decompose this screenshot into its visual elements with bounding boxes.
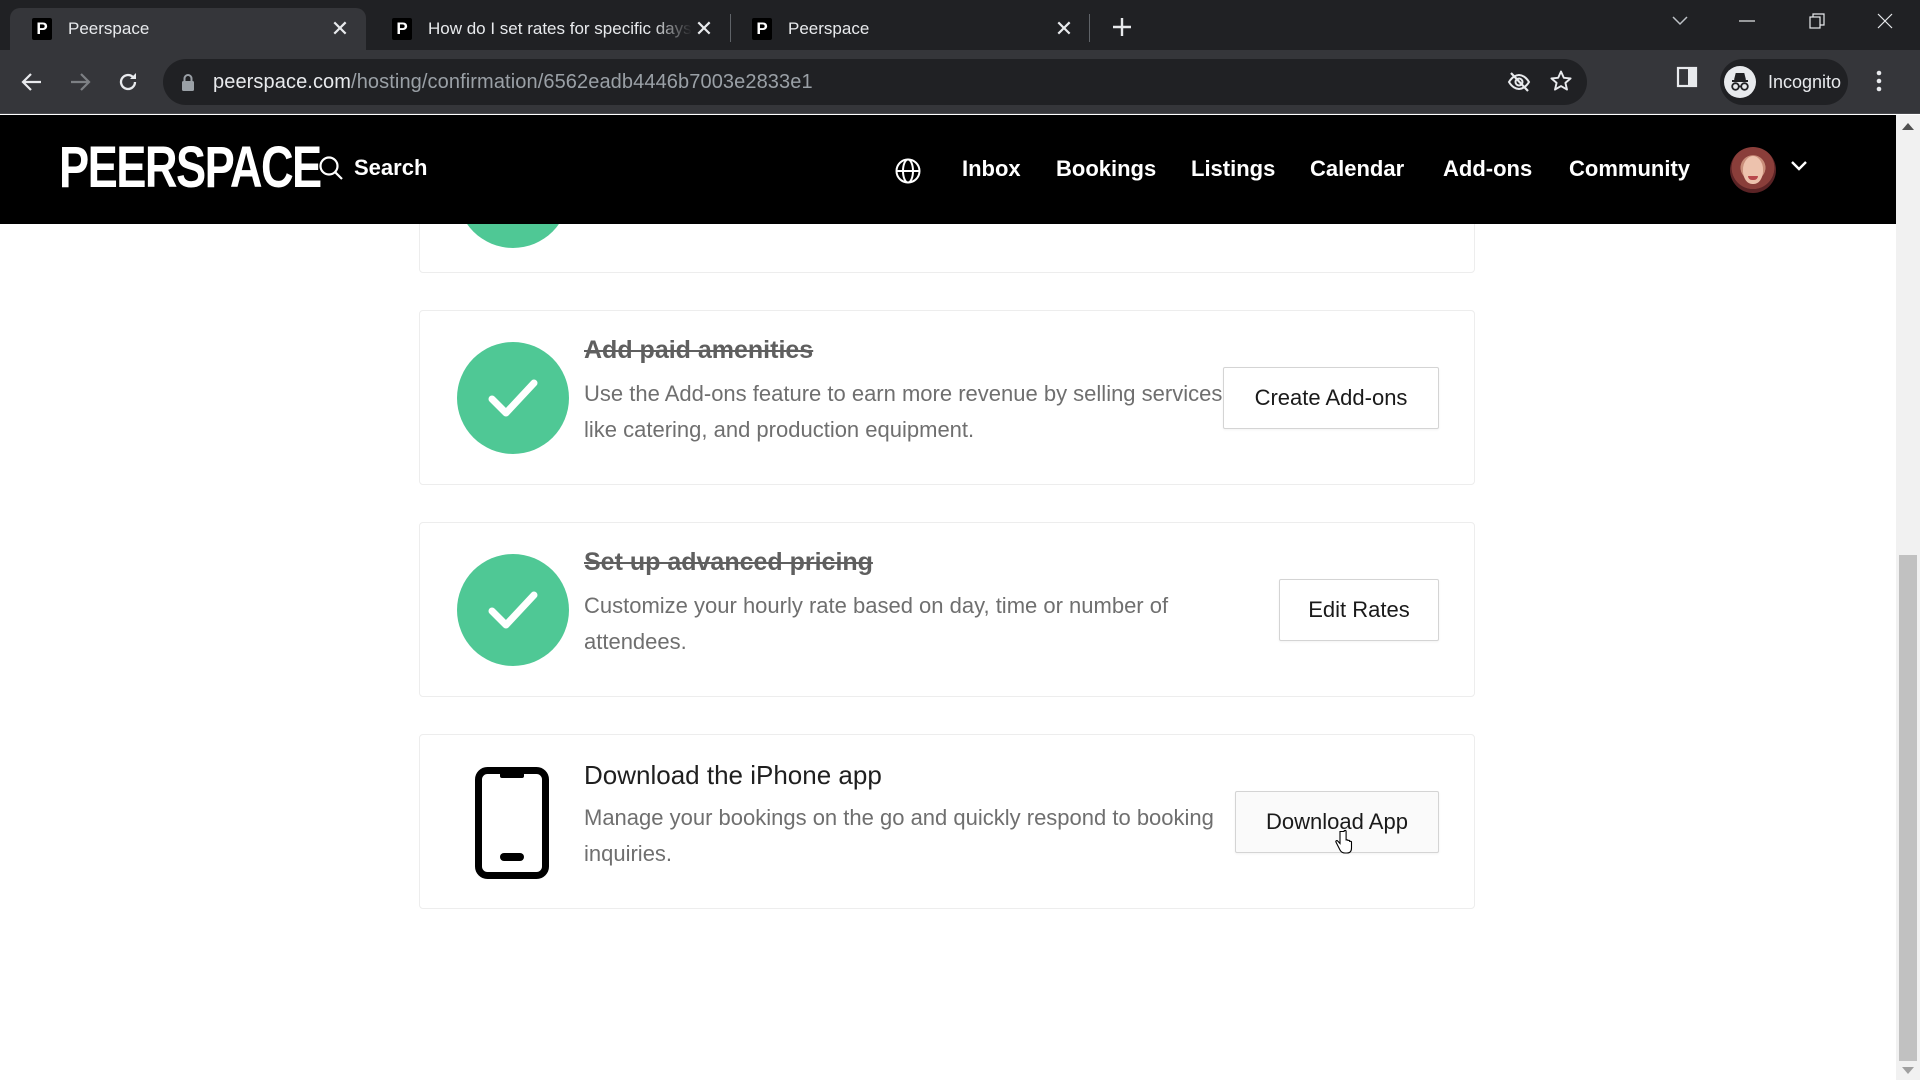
nav-link-add-ons[interactable]: Add-ons bbox=[1443, 156, 1532, 182]
minimize-button[interactable] bbox=[1727, 6, 1767, 36]
peerspace-logo[interactable]: PEERSPACE bbox=[59, 137, 322, 199]
browser-toolbar: peerspace.com/hosting/confirmation/6562e… bbox=[0, 50, 1920, 114]
site-header: PEERSPACE Search Inbox Bookings Listings… bbox=[0, 115, 1896, 224]
search-icon bbox=[319, 156, 343, 180]
completed-check-badge bbox=[457, 554, 569, 666]
arrow-right-icon bbox=[71, 73, 91, 91]
address-bar[interactable]: peerspace.com/hosting/confirmation/6562e… bbox=[163, 59, 1587, 105]
scrollbar-thumb[interactable] bbox=[1899, 555, 1917, 1061]
incognito-label: Incognito bbox=[1768, 71, 1842, 92]
browser-tab-strip: P Peerspace ✕ P How do I set rates for s… bbox=[0, 0, 1920, 50]
reload-button[interactable] bbox=[110, 64, 146, 100]
edit-rates-button[interactable]: Edit Rates bbox=[1279, 579, 1439, 641]
close-icon bbox=[1877, 13, 1893, 29]
close-tab-icon[interactable]: ✕ bbox=[328, 16, 352, 41]
search-button[interactable]: Search bbox=[318, 155, 427, 181]
card-description: Manage your bookings on the go and quick… bbox=[584, 805, 1214, 866]
restore-button[interactable] bbox=[1797, 6, 1837, 36]
bookmark-star-icon[interactable] bbox=[1549, 69, 1573, 93]
close-tab-icon[interactable]: ✕ bbox=[692, 16, 716, 41]
card-description: Customize your hourly rate based on day,… bbox=[584, 593, 1169, 654]
incognito-icon bbox=[1724, 66, 1756, 98]
browser-tab-peerspace-active[interactable]: P Peerspace ✕ bbox=[10, 8, 366, 50]
search-label: Search bbox=[354, 155, 428, 180]
page-scrollbar[interactable] bbox=[1896, 115, 1920, 1080]
tab-title: Peerspace bbox=[68, 19, 150, 38]
url-path: /hosting/confirmation/6562eadb4446b7003e… bbox=[351, 71, 813, 93]
tab-divider bbox=[1089, 14, 1090, 42]
globe-language-icon[interactable] bbox=[894, 157, 922, 185]
checklist-card-download-app: Download the iPhone app Manage your book… bbox=[419, 734, 1475, 909]
restore-icon bbox=[1809, 13, 1825, 29]
close-tab-icon[interactable]: ✕ bbox=[1052, 16, 1076, 41]
plus-icon bbox=[1113, 18, 1131, 36]
chevron-down-icon bbox=[1672, 16, 1688, 26]
lock-icon bbox=[182, 74, 194, 91]
card-title: Set up advanced pricing bbox=[584, 548, 873, 576]
account-menu-chevron-down-icon[interactable] bbox=[1790, 160, 1808, 172]
peerspace-favicon-icon: P bbox=[32, 18, 52, 40]
card-description: Use the Add-ons feature to earn more rev… bbox=[584, 381, 1223, 442]
tab-title: How do I set rates for specific days bbox=[428, 19, 692, 38]
checklist-card-advanced-pricing: Set up advanced pricing Customize your h… bbox=[419, 522, 1475, 697]
url-host: peerspace.com bbox=[213, 71, 352, 93]
side-panel-icon[interactable] bbox=[1676, 66, 1698, 88]
scroll-up-arrow-icon[interactable] bbox=[1902, 123, 1914, 130]
card-title: Download the iPhone app bbox=[584, 760, 882, 790]
phone-icon bbox=[475, 767, 549, 879]
peerspace-favicon-icon: P bbox=[392, 18, 412, 40]
new-tab-button[interactable] bbox=[1107, 12, 1137, 42]
completed-check-badge bbox=[457, 342, 569, 454]
reload-icon bbox=[119, 73, 137, 91]
card-title: Add paid amenities bbox=[584, 336, 814, 364]
checkmark-icon bbox=[488, 591, 538, 629]
arrow-left-icon bbox=[21, 73, 41, 91]
checklist-card-add-paid-amenities: Add paid amenities Use the Add-ons featu… bbox=[419, 310, 1475, 485]
nav-link-calendar[interactable]: Calendar bbox=[1310, 156, 1404, 182]
nav-link-bookings[interactable]: Bookings bbox=[1056, 156, 1156, 182]
user-avatar[interactable] bbox=[1730, 147, 1776, 193]
close-window-button[interactable] bbox=[1865, 6, 1905, 36]
nav-link-listings[interactable]: Listings bbox=[1191, 156, 1275, 182]
tab-title: Peerspace bbox=[788, 19, 870, 38]
nav-link-inbox[interactable]: Inbox bbox=[962, 156, 1021, 182]
browser-tab-help-article[interactable]: P How do I set rates for specific days ✕ bbox=[370, 8, 730, 50]
incognito-profile-button[interactable]: Incognito bbox=[1720, 59, 1848, 105]
minimize-icon bbox=[1739, 20, 1755, 22]
create-add-ons-button[interactable]: Create Add-ons bbox=[1223, 367, 1439, 429]
browser-tab-peerspace[interactable]: P Peerspace ✕ bbox=[730, 8, 1090, 50]
tracking-protection-eye-off-icon[interactable] bbox=[1507, 70, 1531, 94]
forward-button[interactable] bbox=[62, 64, 98, 100]
peerspace-favicon-icon: P bbox=[752, 18, 772, 40]
hand-pointer-cursor-icon bbox=[1335, 829, 1353, 854]
checkmark-icon bbox=[488, 379, 538, 417]
page-viewport: PEERSPACE Search Inbox Bookings Listings… bbox=[0, 115, 1896, 1080]
nav-link-community[interactable]: Community bbox=[1569, 156, 1690, 182]
back-button[interactable] bbox=[14, 64, 50, 100]
url-text[interactable]: peerspace.com/hosting/confirmation/6562e… bbox=[213, 71, 813, 94]
tab-search-button[interactable] bbox=[1660, 6, 1700, 36]
scroll-down-arrow-icon[interactable] bbox=[1902, 1067, 1914, 1074]
browser-menu-kebab-icon[interactable] bbox=[1876, 70, 1882, 92]
